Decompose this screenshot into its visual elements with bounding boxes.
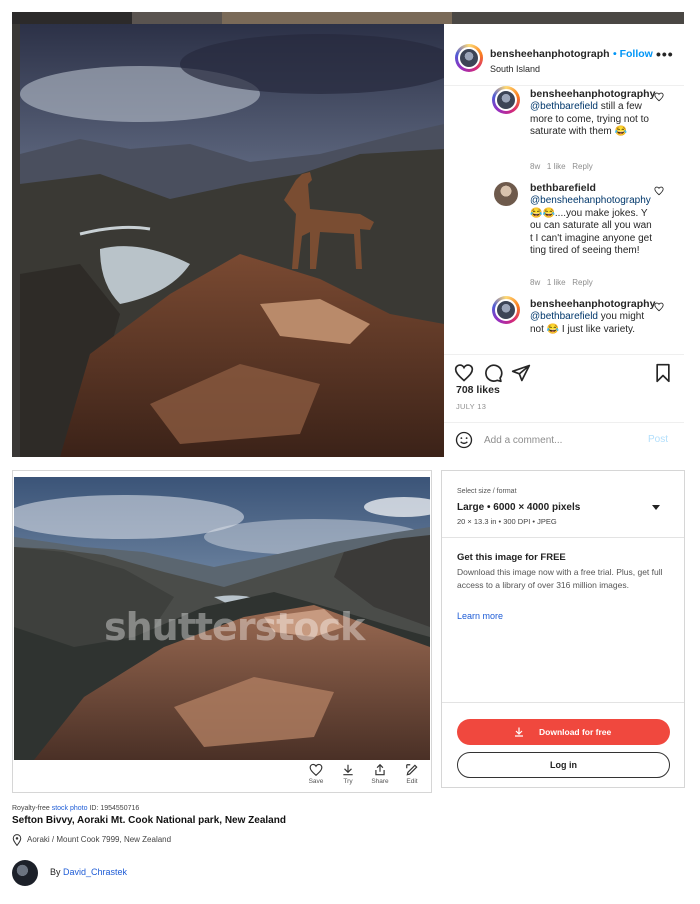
contributor-link[interactable]: David_Chrastek [63, 867, 127, 877]
comment-heart-icon[interactable] [654, 92, 664, 102]
share-button[interactable]: Share [364, 763, 396, 793]
more-options-icon[interactable]: ••• [656, 46, 674, 62]
comment-mention[interactable]: @bethbarefield [530, 101, 598, 112]
comment-reply[interactable]: Reply [572, 278, 592, 287]
purchase-panel: Select size / format Large • 6000 × 4000… [441, 470, 685, 788]
comment-avatar[interactable] [494, 182, 518, 206]
comment: bethbarefield @bensheehanphotography 😂😂.… [444, 180, 684, 290]
try-label: Try [343, 778, 353, 785]
comment-heart-icon[interactable] [654, 302, 664, 312]
divider [442, 702, 684, 703]
size-details: 20 × 13.3 in • 300 DPI • JPEG [457, 517, 557, 526]
size-format-label: Select size / format [457, 488, 517, 495]
post-comment-button[interactable]: Post [648, 434, 668, 445]
likes-count[interactable]: 708 likes [456, 384, 500, 396]
comment-body: 😂😂....you make jokes. You can saturate a… [530, 207, 652, 257]
post-actions-bar [444, 354, 684, 384]
instagram-comments-panel: bensheehanphotograph • Follow South Isla… [444, 24, 684, 457]
comment-likes[interactable]: 1 like [547, 162, 566, 171]
post-username[interactable]: bensheehanphotograph [490, 48, 610, 60]
edit-icon [406, 764, 418, 776]
share-label: Share [371, 778, 389, 785]
contributor-byline: By David_Chrastek [50, 867, 127, 877]
royalty-prefix: Royalty-free [12, 805, 52, 812]
comment-mention[interactable]: @bensheehanphotography [530, 195, 651, 206]
location-text: Aoraki / Mount Cook 7999, New Zealand [27, 835, 172, 844]
free-offer-title: Get this image for FREE [457, 552, 566, 563]
follow-link[interactable]: • Follow [613, 48, 653, 60]
share-plane-icon[interactable] [511, 363, 531, 383]
post-location[interactable]: South Island [490, 64, 540, 74]
download-for-free-button[interactable]: Download for free [457, 719, 670, 745]
emoji-icon[interactable] [455, 431, 473, 449]
size-select-value[interactable]: Large • 6000 × 4000 pixels [457, 502, 580, 513]
comment-text: @bethbarefield still a few more to come,… [530, 101, 652, 139]
save-label: Save [308, 778, 324, 785]
comment-username[interactable]: bethbarefield [530, 182, 596, 194]
follow-label[interactable]: Follow [620, 48, 653, 60]
contributor-avatar[interactable] [12, 860, 38, 886]
stock-photo-preview[interactable]: shutterstock [14, 477, 430, 760]
post-header: bensheehanphotograph • Follow South Isla… [444, 24, 684, 86]
divider [442, 537, 684, 538]
download-icon [515, 727, 523, 737]
save-button[interactable]: Save [300, 763, 332, 793]
comment-text: @bensheehanphotography 😂😂....you make jo… [530, 195, 652, 258]
image-id: ID: 1954550716 [87, 805, 140, 812]
comment-username[interactable]: bensheehanphotography [530, 88, 655, 100]
comment-bubble-icon[interactable] [483, 363, 503, 383]
share-icon [375, 763, 385, 776]
bookmark-icon[interactable] [653, 363, 673, 383]
comment-age: 8w [530, 162, 541, 171]
comment-avatar[interactable] [492, 86, 520, 114]
by-prefix: By [50, 867, 64, 877]
comment: bensheehanphotography @bethbarefield you… [444, 296, 684, 352]
edit-label: Edit [406, 778, 418, 785]
comment-mention[interactable]: @bethbarefield [530, 311, 598, 322]
comment-meta: 8w 1 like Reply [530, 162, 593, 171]
dog-on-rock-photo [20, 24, 444, 457]
download-label: Download for free [539, 727, 612, 737]
like-heart-icon[interactable] [454, 363, 474, 383]
top-photo-strip [12, 12, 684, 24]
comment-likes[interactable]: 1 like [547, 278, 566, 287]
comment-reply[interactable]: Reply [572, 162, 592, 171]
post-date: JULY 13 [456, 402, 487, 411]
comment-avatar[interactable] [492, 296, 520, 324]
follow-separator: • [613, 48, 617, 60]
location-pin-icon [12, 834, 22, 846]
stock-photo-link[interactable]: stock photo [52, 805, 88, 812]
comment-meta: 8w 1 like Reply [530, 278, 593, 287]
add-comment-input[interactable] [484, 432, 634, 448]
heart-icon [309, 763, 323, 777]
try-button[interactable]: Try [332, 763, 364, 793]
free-offer-text: Download this image now with a free tria… [457, 567, 663, 590]
learn-more-link[interactable]: Learn more [457, 611, 503, 621]
royalty-info: Royalty-free stock photo ID: 1954550716 [12, 805, 139, 812]
login-button[interactable]: Log in [457, 752, 670, 778]
photo-tools-bar: Save Try Share Edit [14, 763, 430, 793]
chevron-down-icon[interactable] [652, 505, 660, 510]
add-comment-bar: Post [444, 422, 684, 457]
comment-heart-icon[interactable] [654, 186, 664, 196]
author-avatar[interactable] [455, 44, 483, 72]
comment-age: 8w [530, 278, 541, 287]
instagram-post-screenshot: bensheehanphotograph • Follow South Isla… [12, 12, 684, 457]
shutterstock-watermark: shutterstock [104, 605, 365, 649]
stock-photo-card: shutterstock Save Try Share Edit [12, 470, 432, 793]
comment-username[interactable]: bensheehanphotography [530, 298, 655, 310]
edit-button[interactable]: Edit [396, 763, 428, 793]
download-icon [343, 764, 353, 776]
photo-title: Sefton Bivvy, Aoraki Mt. Cook National p… [12, 815, 286, 826]
comment: bensheehanphotography @bethbarefield sti… [444, 86, 684, 176]
comment-text: @bethbarefield you might not 😂 I just li… [530, 311, 652, 336]
